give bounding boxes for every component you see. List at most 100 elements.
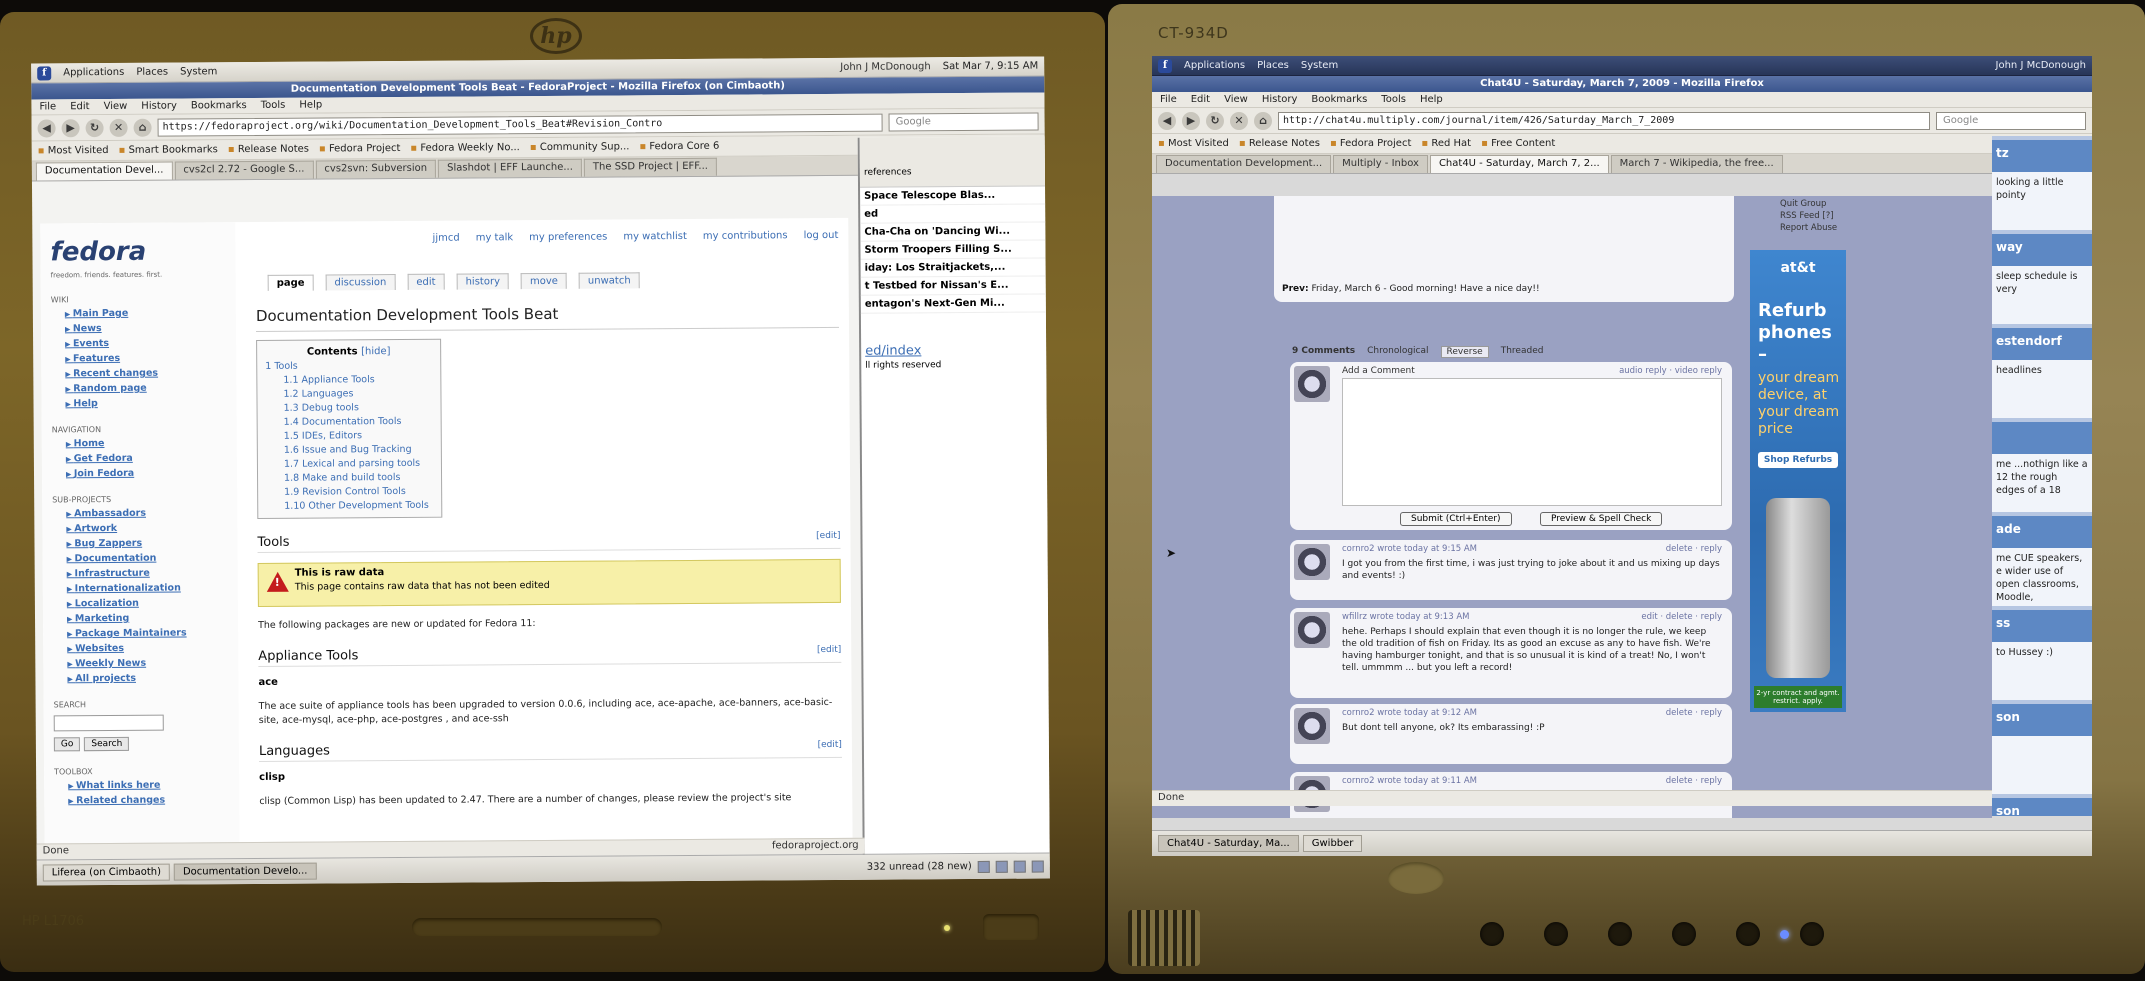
sidebar-link[interactable]: RSS Feed [?]	[1780, 210, 1837, 222]
taskbar-gwibber[interactable]: Gwibber	[1302, 835, 1363, 852]
stop-icon[interactable]: ✕	[1230, 111, 1248, 130]
tab-unwatch[interactable]: unwatch	[578, 272, 640, 289]
tab-documentation[interactable]: Documentation Devel...	[35, 161, 173, 181]
liferea-link[interactable]: ed/index	[865, 342, 1042, 358]
search-input[interactable]: Google	[888, 112, 1039, 132]
menu-bookmarks[interactable]: Bookmarks	[1311, 94, 1367, 105]
bookmark-item[interactable]: Free Content	[1481, 138, 1555, 149]
fedora-icon[interactable]: f	[1158, 58, 1172, 73]
user-link[interactable]: log out	[804, 230, 839, 241]
tab-ssd-project[interactable]: The SSD Project | EFF...	[583, 157, 718, 177]
comment-author[interactable]: cornro2 wrote today at 9:12 AM	[1342, 708, 1477, 718]
menu-view[interactable]: View	[104, 101, 128, 112]
sidebar-link[interactable]: Bug Zappers	[66, 537, 227, 549]
sidebar-link[interactable]: Marketing	[67, 612, 228, 624]
monitor-button[interactable]	[1736, 922, 1760, 946]
toc-link[interactable]: 1.7 Lexical and parsing tools	[284, 458, 433, 470]
headline-item[interactable]: ed	[860, 204, 1046, 224]
sidebar-link[interactable]: Documentation	[67, 552, 228, 565]
edit-link[interactable]: [edit]	[816, 531, 840, 546]
menu-file[interactable]: File	[39, 101, 56, 112]
back-icon[interactable]: ◀	[37, 118, 56, 138]
panel-user[interactable]: John J McDonough	[840, 61, 931, 73]
headline-item[interactable]: entagon's Next-Gen Mi...	[860, 294, 1046, 314]
edit-link[interactable]: [edit]	[817, 645, 841, 660]
tab-wikipedia[interactable]: March 7 - Wikipedia, the free...	[1610, 155, 1783, 173]
menu-history[interactable]: History	[141, 101, 177, 112]
forward-icon[interactable]: ▶	[1182, 111, 1200, 130]
comment-actions[interactable]: delete · reply	[1666, 544, 1722, 554]
chat-user-name[interactable]: son	[1992, 704, 2092, 736]
sort-threaded[interactable]: Threaded	[1501, 346, 1544, 358]
tab-cvs2svn[interactable]: cvs2svn: Subversion	[315, 159, 437, 179]
monitor-button[interactable]	[1544, 922, 1568, 946]
preview-button[interactable]: Preview & Spell Check	[1540, 512, 1663, 526]
tab-documentation[interactable]: Documentation Development...	[1156, 155, 1332, 173]
headline-item[interactable]: Cha-Cha on 'Dancing Wi...	[860, 222, 1046, 242]
tab-page[interactable]: page	[267, 274, 314, 291]
headline-item[interactable]: t Testbed for Nissan's E...	[860, 276, 1046, 296]
comment-author[interactable]: wfillrz wrote today at 9:13 AM	[1342, 612, 1469, 622]
bookmark-item[interactable]: Smart Bookmarks	[119, 144, 218, 156]
sidebar-link[interactable]: Quit Group	[1780, 198, 1837, 210]
menu-tools[interactable]: Tools	[261, 100, 286, 111]
monitor-button[interactable]	[1608, 922, 1632, 946]
headline-item[interactable]: iday: Los Straitjackets,...	[860, 258, 1046, 278]
bookmark-item[interactable]: Most Visited	[38, 145, 109, 156]
bookmark-item[interactable]: Fedora Project	[319, 143, 401, 155]
tab-cvs2cl[interactable]: cvs2cl 2.72 - Google S...	[174, 160, 314, 180]
fedora-icon[interactable]: f	[37, 65, 52, 81]
sidebar-link[interactable]: Get Fedora	[66, 452, 227, 464]
toc-link[interactable]: 1.8 Make and build tools	[284, 472, 433, 484]
menu-help[interactable]: Help	[1420, 94, 1443, 105]
menu-places[interactable]: Places	[1257, 60, 1289, 71]
toc-link[interactable]: 1 Tools	[265, 360, 432, 372]
user-link[interactable]: my watchlist	[623, 231, 687, 242]
comment-textarea[interactable]	[1342, 378, 1722, 506]
chat-user-name[interactable]: way	[1992, 234, 2092, 266]
monitor-button[interactable]	[1672, 922, 1696, 946]
tab-discussion[interactable]: discussion	[325, 274, 396, 291]
sidebar-link[interactable]: Help	[65, 397, 226, 409]
workspace-switcher[interactable]	[1031, 859, 1044, 873]
bookmark-item[interactable]: Release Notes	[1239, 138, 1320, 149]
chat-user-name[interactable]: son	[1992, 798, 2092, 816]
edit-link[interactable]: [edit]	[818, 740, 842, 755]
user-link[interactable]: my talk	[476, 232, 514, 243]
reload-icon[interactable]: ↻	[1206, 111, 1224, 130]
chat-user-name[interactable]: ade	[1992, 516, 2092, 548]
chat-user-name[interactable]: tz	[1992, 140, 2092, 172]
bookmark-item[interactable]: Most Visited	[1158, 138, 1229, 149]
comment-actions[interactable]: delete · reply	[1666, 708, 1722, 718]
sidebar-link[interactable]: Join Fedora	[66, 467, 227, 479]
att-advertisement[interactable]: at&t Refurb phones – your dream device, …	[1750, 250, 1846, 712]
workspace-switcher[interactable]	[995, 860, 1008, 873]
stop-icon[interactable]: ✕	[109, 118, 128, 137]
sidebar-link[interactable]: Localization	[67, 597, 228, 609]
toc-link[interactable]: 1.9 Revision Control Tools	[284, 486, 433, 498]
sort-chronological[interactable]: Chronological	[1367, 346, 1428, 358]
headline-item[interactable]: Space Telescope Blas...	[860, 186, 1046, 206]
tab-edit[interactable]: edit	[407, 273, 445, 290]
sidebar-link[interactable]: Random page	[65, 382, 226, 395]
toc-link[interactable]: 1.3 Debug tools	[284, 402, 433, 414]
sidebar-link[interactable]: Ambassadors	[66, 507, 227, 520]
comment-actions[interactable]: edit · delete · reply	[1641, 612, 1722, 622]
previous-entry[interactable]: Prev: Friday, March 6 - Good morning! Ha…	[1282, 284, 1540, 294]
sidebar-link[interactable]: Main Page	[65, 307, 226, 319]
comment-author[interactable]: cornro2 wrote today at 9:11 AM	[1342, 776, 1477, 786]
sidebar-link[interactable]: Related changes	[68, 794, 229, 807]
sidebar-link[interactable]: What links here	[68, 779, 229, 792]
monitor-button[interactable]	[1800, 922, 1824, 946]
user-link[interactable]: my contributions	[703, 230, 788, 242]
submit-button[interactable]: Submit (Ctrl+Enter)	[1400, 512, 1512, 526]
menu-bookmarks[interactable]: Bookmarks	[191, 100, 247, 111]
sidebar-link[interactable]: Events	[65, 337, 226, 349]
wiki-search-input[interactable]	[53, 714, 164, 732]
user-link[interactable]: jjmcd	[432, 233, 459, 244]
menu-edit[interactable]: Edit	[70, 101, 89, 112]
menu-tools[interactable]: Tools	[1381, 94, 1406, 105]
tab-slashdot[interactable]: Slashdot | EFF Launche...	[438, 158, 582, 178]
panel-clock[interactable]: Sat Mar 7, 9:15 AM	[943, 61, 1039, 73]
taskbar-firefox[interactable]: Chat4U - Saturday, Ma...	[1158, 835, 1299, 852]
